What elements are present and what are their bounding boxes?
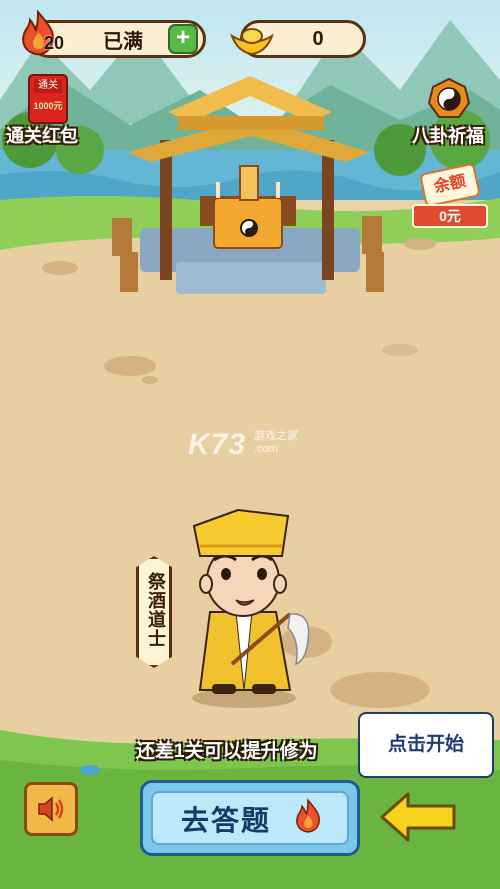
go-answer-button[interactable]: 去答题 (140, 780, 360, 856)
add-energy-button[interactable]: + (168, 24, 198, 54)
redpack-tag: 通关 (34, 79, 62, 93)
tap-to-start-bubble[interactable]: 点击开始 (358, 712, 494, 778)
balance-tag: 余额 (419, 162, 481, 208)
sound-toggle-button[interactable] (24, 782, 78, 836)
yin-yang-icon[interactable] (427, 77, 471, 121)
energy-status-text: 已满 (103, 30, 143, 53)
plus-icon: + (175, 24, 190, 51)
watermark-sub-bottom: .com (254, 443, 278, 455)
go-answer-label: 去答题 (181, 805, 272, 836)
game-scene: 已满 20 + 0 通关 1000元 通关红包 八卦祈福 余额 0元 K73 游… (0, 0, 500, 889)
redpack-amount: 1000元 (33, 101, 63, 111)
left-arrow-icon (380, 792, 456, 842)
character-name: 祭酒道士 (146, 572, 166, 648)
watermark-logo: K73 (188, 428, 247, 461)
watermark-sub-top: 游戏之家 (254, 430, 298, 442)
level-hint-text: 还差1关可以提升修为 (136, 741, 318, 762)
balance-widget[interactable]: 余额 0元 (412, 162, 488, 230)
energy-count: 20 (44, 33, 65, 53)
balance-value: 0元 (412, 204, 488, 228)
watermark-sub: 游戏之家 .com (254, 430, 298, 456)
answer-flame-icon (296, 798, 320, 833)
bagua-blessing-label[interactable]: 八卦祈福 (412, 122, 484, 148)
gold-ingot-icon (230, 28, 274, 56)
speaker-icon (38, 796, 64, 822)
redpack-label[interactable]: 通关红包 (6, 122, 78, 148)
level-clear-redpack-button[interactable]: 通关 1000元 (28, 74, 68, 124)
gold-count: 0 (312, 27, 324, 50)
